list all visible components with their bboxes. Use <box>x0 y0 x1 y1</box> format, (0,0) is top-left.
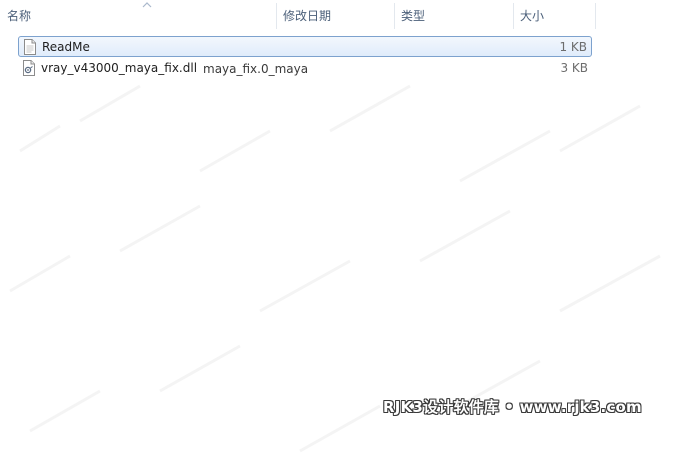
file-explorer-window: 名称 修改日期 类型 大小 ReadMe 1 KB vray_v43000_ma… <box>0 0 688 464</box>
dll-file-icon <box>23 60 35 76</box>
column-name-header[interactable]: 名称 <box>0 0 276 31</box>
column-header-bar: 名称 修改日期 类型 大小 <box>0 0 688 31</box>
site-watermark: RJK3设计软件库 • www.rjk3.com <box>383 398 642 416</box>
column-size-header[interactable]: 大小 <box>513 0 595 31</box>
column-type-header[interactable]: 类型 <box>394 0 513 31</box>
text-file-icon <box>24 39 36 55</box>
file-name: vray_v43000_maya_fix.dll <box>41 61 198 75</box>
rename-ghost-text: maya_fix.0_maya <box>203 62 309 76</box>
column-divider[interactable] <box>595 3 596 29</box>
column-modified-header[interactable]: 修改日期 <box>276 0 394 31</box>
file-name: ReadMe <box>42 40 90 54</box>
file-size: 1 KB <box>559 40 587 54</box>
file-size: 3 KB <box>560 61 588 75</box>
file-row-readme[interactable]: ReadMe 1 KB <box>18 36 592 57</box>
